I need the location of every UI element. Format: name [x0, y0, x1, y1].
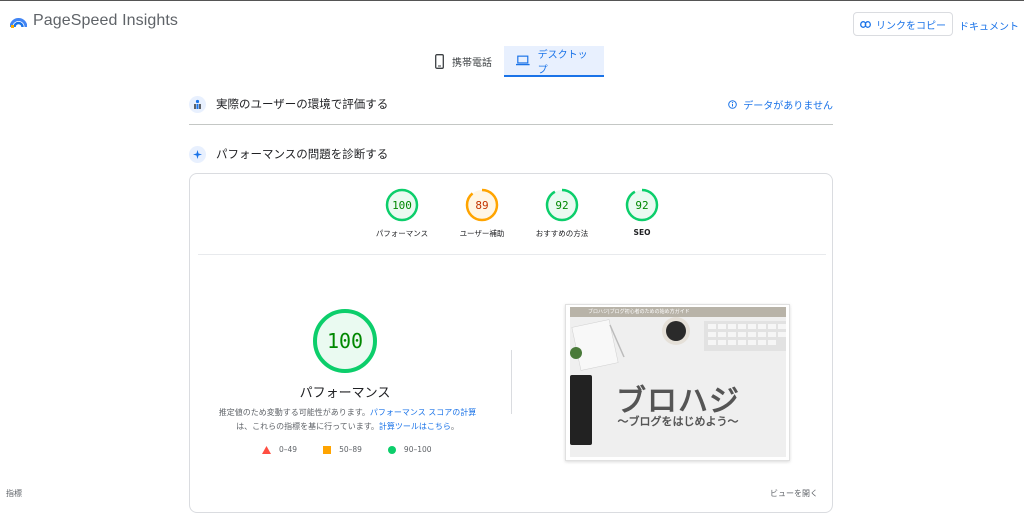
screenshot-subtitle: ～ブログをはじめよう～ [617, 415, 739, 428]
page-screenshot: ブロハジ|ブログ初心者のための始め方ガイド ブロハジ ～ブログをはじめよう～ [565, 304, 790, 461]
legend-fail: 0–49 [262, 445, 297, 454]
svg-text:100: 100 [327, 329, 363, 353]
copy-link-button[interactable]: リンクをコピー [853, 12, 953, 36]
screenshot-image: ブロハジ|ブログ初心者のための始め方ガイド ブロハジ ～ブログをはじめよう～ [570, 307, 786, 457]
svg-text:92: 92 [635, 199, 648, 212]
legend-pass: 90–100 [387, 445, 432, 454]
lab-data-section: パフォーマンスの問題を診断する [189, 145, 833, 163]
legend-average-range: 50–89 [339, 445, 362, 454]
score-legend: 0–49 50–89 90–100 [262, 445, 432, 454]
gauge-best-practices-ring: 92 [545, 188, 579, 222]
gauge-accessibility-ring: 89 [465, 188, 499, 222]
no-data-link[interactable]: データがありません [728, 97, 833, 112]
card-divider [198, 254, 826, 255]
calculator-link[interactable]: 計算ツールはこちら [379, 422, 451, 431]
legend-average: 50–89 [323, 445, 362, 454]
gauge-performance[interactable]: 100 パフォーマンス [362, 188, 442, 239]
gauge-accessibility[interactable]: 89 ユーザー補助 [442, 188, 522, 239]
score-description: 推定値のため変動する可能性があります。パフォーマンス スコアの計算 は、これらの… [210, 406, 485, 434]
field-data-title: 実際のユーザーの環境で評価する [216, 97, 389, 111]
desc-text-3: 。 [450, 422, 459, 431]
pagespeed-logo-icon [10, 17, 27, 28]
desc-text-1: 推定値のため変動する可能性があります。 [218, 408, 370, 417]
gauge-best-practices-label: おすすめの方法 [535, 229, 589, 238]
gauge-seo-ring: 92 [625, 188, 659, 222]
expand-view-toggle[interactable]: ビューを開く [770, 488, 818, 499]
tab-mobile[interactable]: 携帯電話 [423, 46, 504, 77]
gauge-accessibility-label: ユーザー補助 [459, 229, 505, 238]
laptop-icon [516, 55, 530, 66]
gauge-best-practices[interactable]: 92 おすすめの方法 [522, 188, 602, 239]
vertical-divider [511, 350, 512, 414]
tab-mobile-label: 携帯電話 [452, 58, 492, 69]
top-bar: PageSpeed Insights リンクをコピー ドキュメント [0, 0, 1024, 44]
device-tabs: 携帯電話 デスクトップ [423, 46, 604, 77]
tab-desktop-label: デスクトップ [537, 49, 588, 76]
field-data-section: 実際のユーザーの環境で評価する データがありません [189, 95, 833, 113]
desc-text-2: は、これらの指標を基に行っています。 [236, 422, 379, 431]
score-calc-link[interactable]: パフォーマンス スコアの計算 [370, 408, 476, 417]
gauge-seo-label: SEO [633, 228, 651, 237]
circle-icon [387, 445, 396, 454]
svg-text:89: 89 [475, 199, 488, 212]
section-divider [189, 124, 833, 125]
score-gauges: 100 パフォーマンス 89 ユーザー補助 92 おすすめの方法 92 SEO [362, 188, 682, 239]
svg-text:92: 92 [555, 199, 568, 212]
triangle-icon [262, 445, 271, 454]
metrics-heading: 指標 [6, 489, 22, 498]
link-icon [860, 20, 871, 28]
lab-data-title: パフォーマンスの問題を診断する [216, 147, 389, 161]
gauge-performance-label: パフォーマンス [375, 229, 429, 238]
main-performance-gauge: 100 [313, 309, 377, 373]
users-icon [189, 95, 206, 113]
tab-desktop[interactable]: デスクトップ [504, 46, 604, 77]
app-logo[interactable]: PageSpeed Insights [10, 12, 178, 30]
report-card: 100 パフォーマンス 89 ユーザー補助 92 おすすめの方法 92 SEO … [189, 173, 833, 513]
copy-link-label: リンクをコピー [876, 20, 946, 32]
legend-fail-range: 0–49 [279, 445, 298, 454]
legend-pass-range: 90–100 [403, 445, 432, 454]
gauge-performance-ring: 100 [385, 188, 419, 222]
square-icon [323, 445, 332, 454]
no-data-label: データがありません [743, 100, 833, 112]
svg-text:100: 100 [392, 199, 412, 212]
main-score-label: パフォーマンス [299, 386, 391, 401]
info-icon [728, 99, 738, 109]
app-title: PageSpeed Insights [33, 12, 179, 29]
screenshot-header: ブロハジ|ブログ初心者のための始め方ガイド [570, 307, 786, 317]
diagnostics-icon [189, 145, 206, 163]
docs-link[interactable]: ドキュメント [959, 18, 1019, 33]
screenshot-header-text: ブロハジ|ブログ初心者のための始め方ガイド [588, 309, 690, 315]
smartphone-icon [435, 54, 444, 69]
gauge-seo[interactable]: 92 SEO [602, 188, 682, 239]
